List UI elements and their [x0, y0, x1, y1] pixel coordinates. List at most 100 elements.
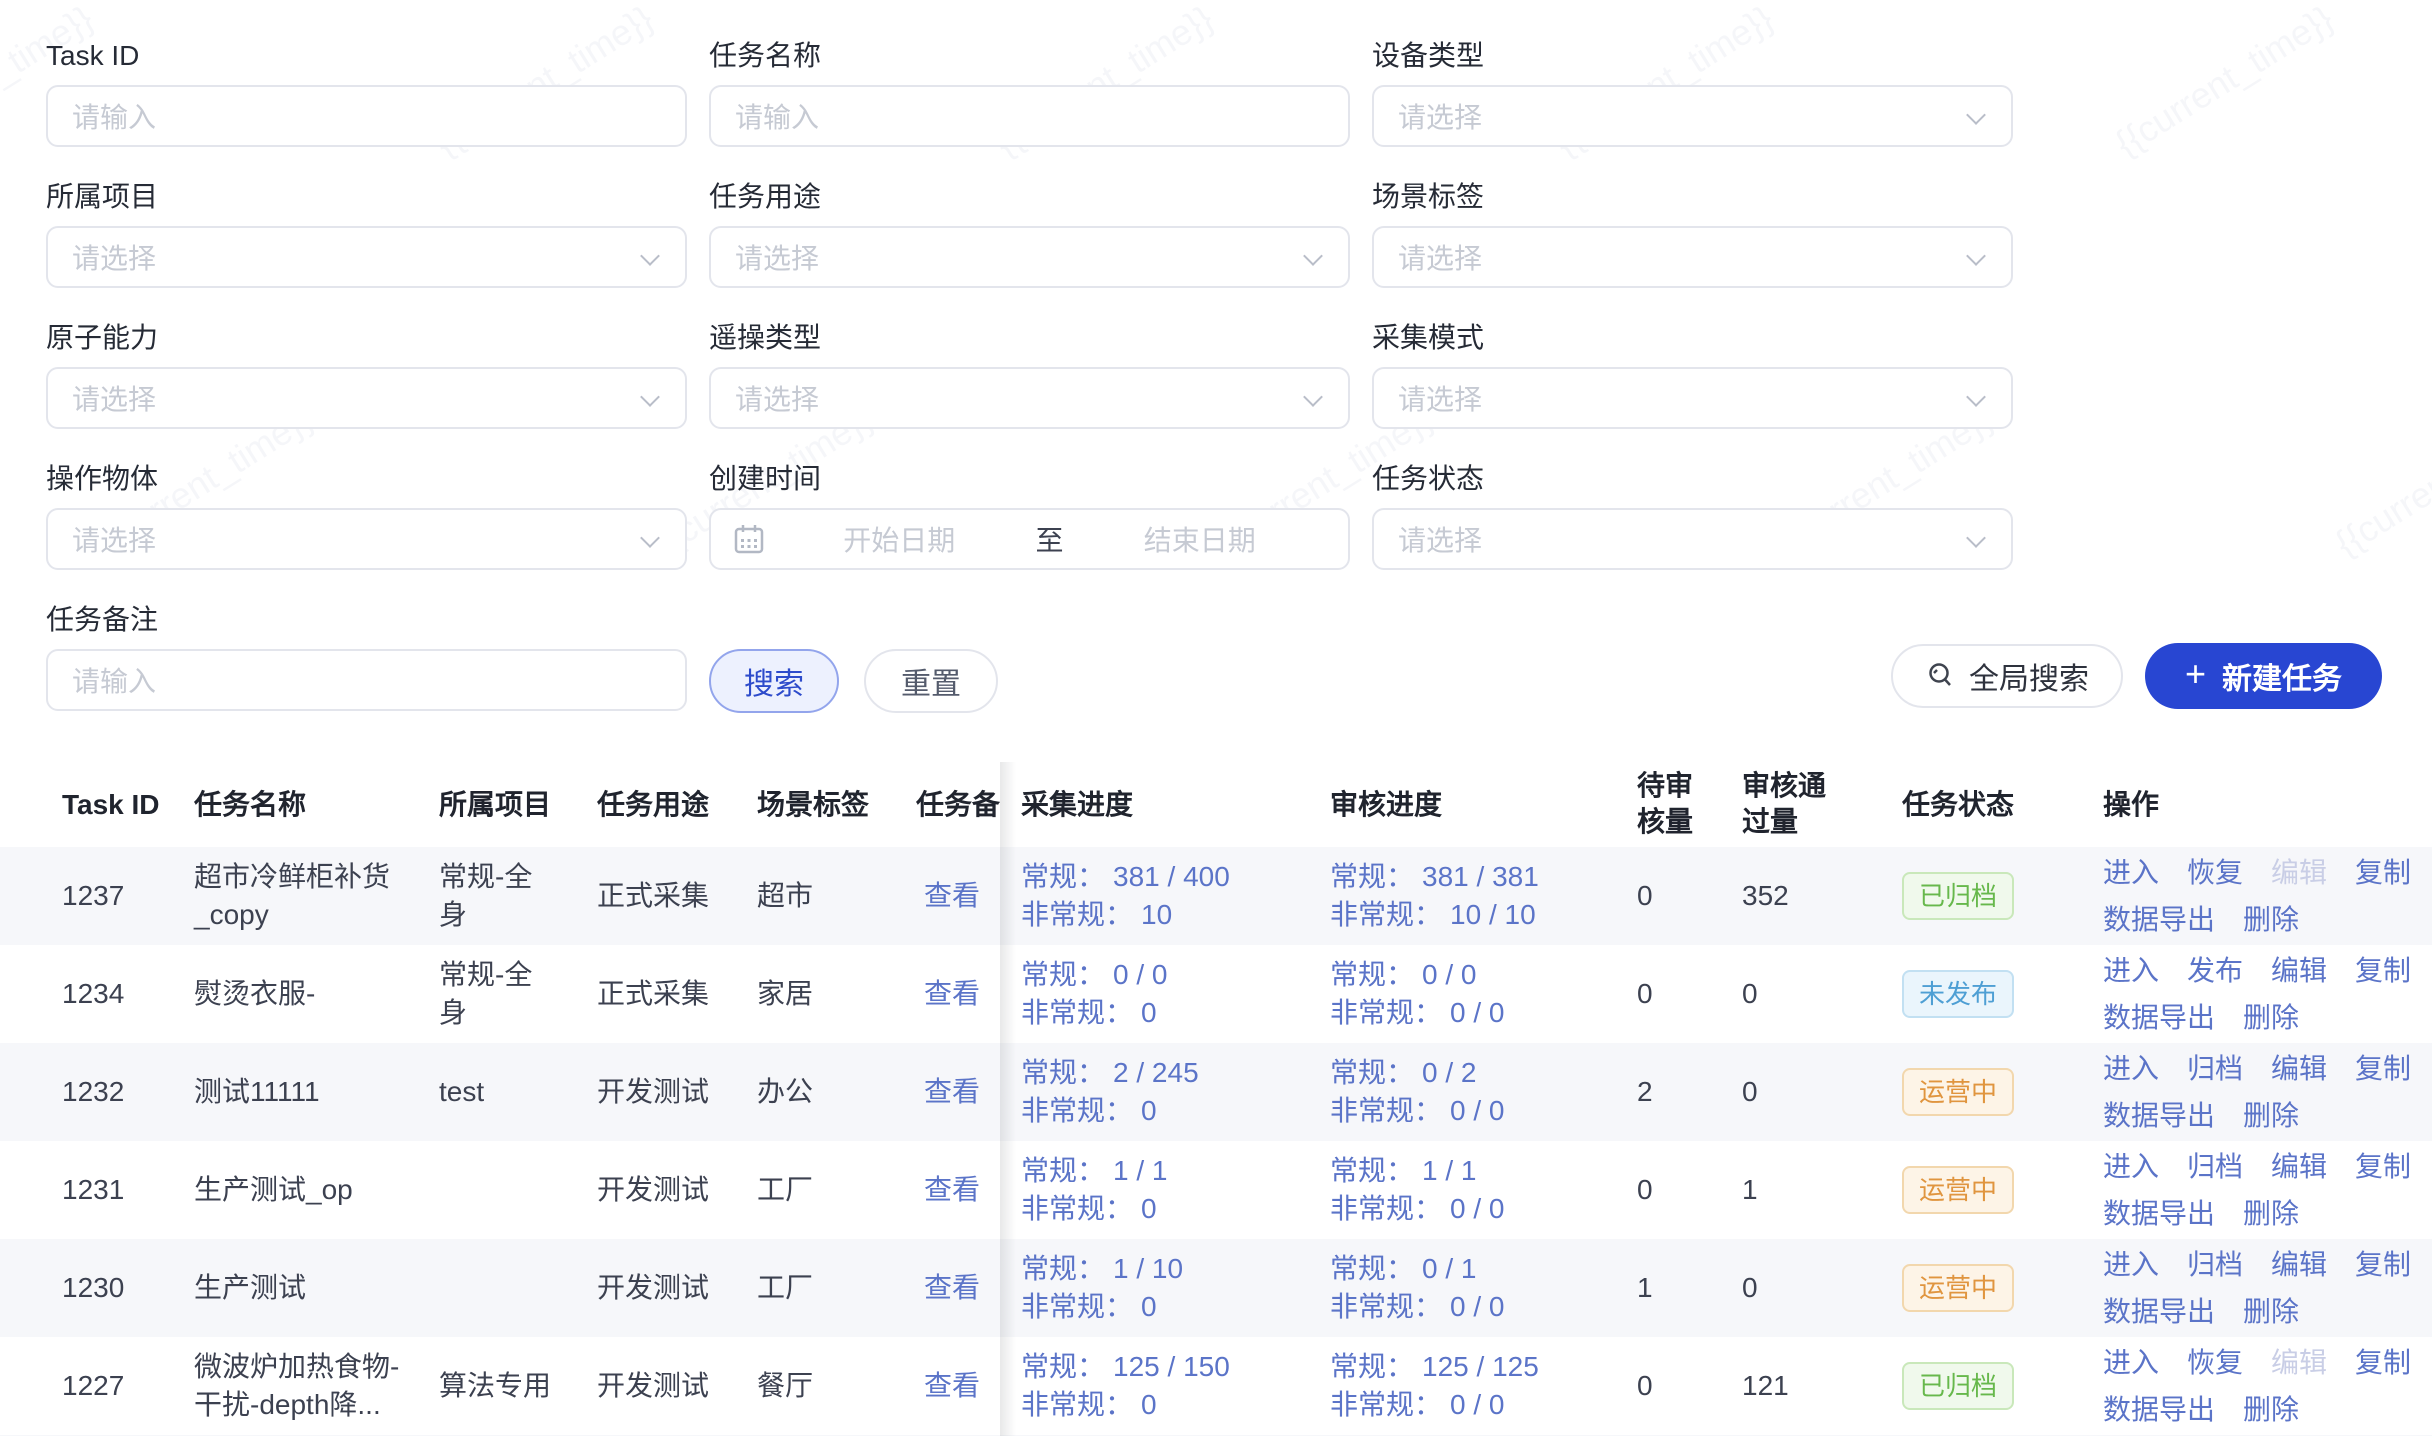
view-note-link[interactable]: 查看	[924, 1174, 980, 1205]
task-id-placeholder: 请输入	[72, 96, 661, 136]
end-date-placeholder: 结束日期	[1072, 519, 1329, 559]
action-publish[interactable]: 发布	[2187, 952, 2243, 990]
scene-tag-select[interactable]: 请选择	[1372, 226, 2013, 288]
action-export[interactable]: 数据导出	[2103, 999, 2215, 1037]
cell-scene: 家居	[757, 975, 916, 1013]
action-edit[interactable]: 编辑	[2271, 952, 2327, 990]
action-edit[interactable]: 编辑	[2271, 1050, 2327, 1088]
action-edit: 编辑	[2271, 854, 2327, 892]
cell-collect-progress: 常规：1 / 1 非常规：0	[1000, 1152, 1328, 1228]
cell-scene: 工厂	[757, 1171, 916, 1209]
operate-object-select[interactable]: 请选择	[46, 508, 687, 570]
operate-object-placeholder: 请选择	[72, 519, 641, 559]
table-row: 1237 超市冷鲜柜补货_copy 常规-全身 正式采集 超市 查看 常规：38…	[0, 847, 2432, 945]
field-teleop-type: 遥操类型 请选择	[709, 318, 1350, 429]
cell-task-id: 1227	[0, 1367, 194, 1405]
view-note-link[interactable]: 查看	[924, 1370, 980, 1401]
cell-review-progress: 常规：0 / 2 非常规：0 / 0	[1328, 1054, 1637, 1130]
status-badge: 已归档	[1902, 872, 2014, 920]
header-action: 操作	[2089, 786, 2432, 824]
cell-project: 常规-全身	[439, 858, 597, 934]
cell-name: 超市冷鲜柜补货_copy	[194, 858, 439, 934]
view-note-link[interactable]: 查看	[924, 1272, 980, 1303]
cell-pending: 0	[1637, 877, 1742, 915]
cell-review-progress: 常规：381 / 381 非常规：10 / 10	[1328, 858, 1637, 934]
task-name-placeholder: 请输入	[735, 96, 1324, 136]
action-copy[interactable]: 复制	[2355, 1148, 2411, 1186]
action-copy[interactable]: 复制	[2355, 952, 2411, 990]
cell-name: 生产测试	[194, 1269, 439, 1307]
action-delete[interactable]: 删除	[2243, 901, 2299, 939]
action-enter[interactable]: 进入	[2103, 1246, 2159, 1284]
cell-review-progress: 常规：0 / 1 非常规：0 / 0	[1328, 1250, 1637, 1326]
action-copy[interactable]: 复制	[2355, 1246, 2411, 1284]
cell-pending: 2	[1637, 1073, 1742, 1111]
cell-collect-progress: 常规：2 / 245 非常规：0	[1000, 1054, 1328, 1130]
collect-mode-placeholder: 请选择	[1398, 378, 1967, 418]
action-archive[interactable]: 归档	[2187, 1148, 2243, 1186]
task-note-input[interactable]: 请输入	[46, 649, 687, 711]
action-restore[interactable]: 恢复	[2187, 854, 2243, 892]
action-enter[interactable]: 进入	[2103, 854, 2159, 892]
action-copy[interactable]: 复制	[2355, 854, 2411, 892]
cell-pending: 1	[1637, 1269, 1742, 1307]
action-export[interactable]: 数据导出	[2103, 1195, 2215, 1233]
device-type-select[interactable]: 请选择	[1372, 85, 2013, 147]
create-time-range-picker[interactable]: 开始日期 至 结束日期	[709, 508, 1350, 570]
task-name-label: 任务名称	[709, 36, 1350, 76]
search-button[interactable]: 搜索	[709, 649, 839, 713]
action-restore[interactable]: 恢复	[2187, 1344, 2243, 1382]
atomic-ability-select[interactable]: 请选择	[46, 367, 687, 429]
action-edit[interactable]: 编辑	[2271, 1148, 2327, 1186]
view-note-link[interactable]: 查看	[924, 978, 980, 1009]
action-export[interactable]: 数据导出	[2103, 901, 2215, 939]
task-id-input[interactable]: 请输入	[46, 85, 687, 147]
teleop-type-select[interactable]: 请选择	[709, 367, 1350, 429]
action-copy[interactable]: 复制	[2355, 1050, 2411, 1088]
action-export[interactable]: 数据导出	[2103, 1391, 2215, 1429]
collect-mode-select[interactable]: 请选择	[1372, 367, 2013, 429]
cell-status: 运营中	[1892, 1166, 2089, 1214]
chevron-down-icon	[641, 388, 661, 408]
action-delete[interactable]: 删除	[2243, 1195, 2299, 1233]
cell-status: 运营中	[1892, 1068, 2089, 1116]
create-task-button[interactable]: + 新建任务	[2145, 643, 2382, 709]
cell-status: 已归档	[1892, 1362, 2089, 1410]
cell-passed: 121	[1742, 1367, 1892, 1405]
status-badge: 运营中	[1902, 1068, 2014, 1116]
cell-passed: 1	[1742, 1171, 1892, 1209]
action-delete[interactable]: 删除	[2243, 999, 2299, 1037]
action-delete[interactable]: 删除	[2243, 1293, 2299, 1331]
chevron-down-icon	[641, 247, 661, 267]
view-note-link[interactable]: 查看	[924, 1076, 980, 1107]
field-scene-tag: 场景标签 请选择	[1372, 177, 2013, 288]
field-device-type: 设备类型 请选择	[1372, 36, 2013, 147]
cell-collect-progress: 常规：381 / 400 非常规：10	[1000, 858, 1328, 934]
action-export[interactable]: 数据导出	[2103, 1293, 2215, 1331]
action-edit[interactable]: 编辑	[2271, 1246, 2327, 1284]
action-delete[interactable]: 删除	[2243, 1391, 2299, 1429]
reset-button[interactable]: 重置	[864, 649, 998, 713]
action-enter[interactable]: 进入	[2103, 952, 2159, 990]
view-note-link[interactable]: 查看	[924, 880, 980, 911]
project-select[interactable]: 请选择	[46, 226, 687, 288]
collect-mode-label: 采集模式	[1372, 318, 2013, 358]
action-copy[interactable]: 复制	[2355, 1344, 2411, 1382]
action-enter[interactable]: 进入	[2103, 1344, 2159, 1382]
cell-purpose: 正式采集	[597, 975, 757, 1013]
global-search-button[interactable]: 全局搜索	[1891, 644, 2123, 708]
action-archive[interactable]: 归档	[2187, 1050, 2243, 1088]
task-status-label: 任务状态	[1372, 459, 2013, 499]
action-enter[interactable]: 进入	[2103, 1148, 2159, 1186]
task-name-input[interactable]: 请输入	[709, 85, 1350, 147]
task-note-label: 任务备注	[46, 600, 687, 640]
cell-actions: 进入 归档 编辑 复制 数据导出 删除	[2089, 1246, 2432, 1331]
task-purpose-select[interactable]: 请选择	[709, 226, 1350, 288]
action-enter[interactable]: 进入	[2103, 1050, 2159, 1088]
status-badge: 运营中	[1902, 1264, 2014, 1312]
action-archive[interactable]: 归档	[2187, 1246, 2243, 1284]
cell-passed: 0	[1742, 1269, 1892, 1307]
action-delete[interactable]: 删除	[2243, 1097, 2299, 1135]
action-export[interactable]: 数据导出	[2103, 1097, 2215, 1135]
task-status-select[interactable]: 请选择	[1372, 508, 2013, 570]
